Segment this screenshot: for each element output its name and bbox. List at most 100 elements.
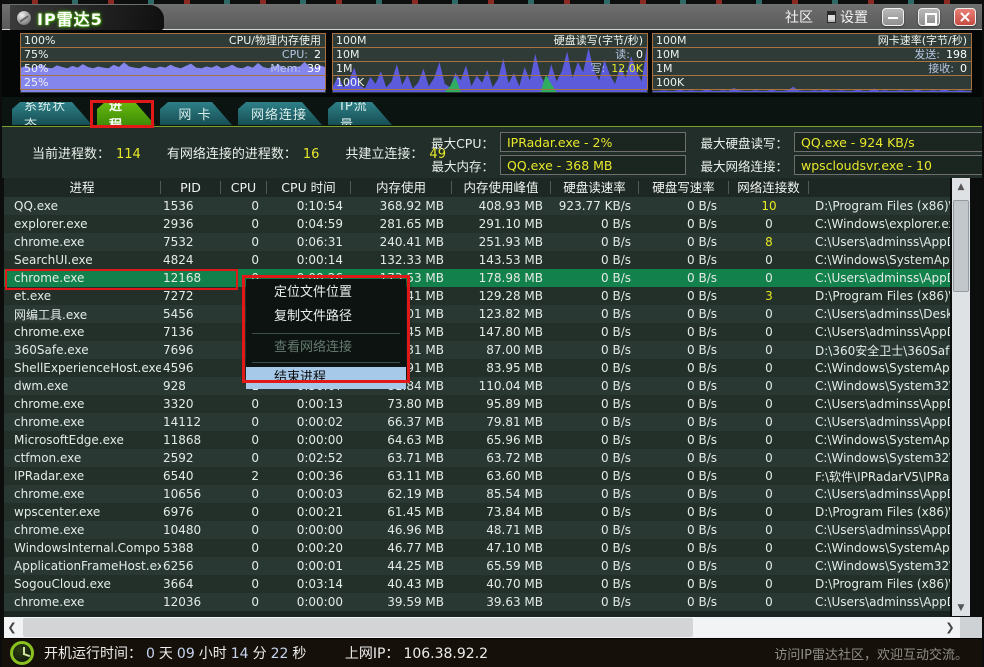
column-header[interactable]: 进程: [4, 181, 161, 194]
cpu: 0: [221, 505, 267, 519]
table-row[interactable]: chrome.exe713600:00:04144.45 MB147.80 MB…: [4, 323, 950, 341]
menu-separator: [252, 362, 400, 363]
column-header[interactable]: CPU: [221, 181, 267, 194]
table-row[interactable]: QQ.exe153600:10:54368.92 MB408.93 MB923.…: [4, 197, 950, 215]
graph-readout: 读:0: [615, 48, 643, 62]
column-header[interactable]: [809, 181, 950, 194]
disk-write: 0 B/s: [639, 451, 729, 465]
table-header[interactable]: 进程PIDCPUCPU 时间内存使用内存使用峰值硬盘读速率硬盘写速率网络连接数: [4, 178, 950, 197]
horizontal-scroll-thumb[interactable]: [23, 618, 693, 637]
scroll-left-arrow-icon[interactable]: ❮: [4, 617, 20, 638]
cpu: 0: [221, 541, 267, 555]
tab-ip-traffic[interactable]: IP流量: [328, 102, 392, 125]
column-header[interactable]: 内存使用: [351, 181, 452, 194]
disk-read: 0 B/s: [551, 343, 639, 357]
uptime-text: 开机运行时间：0天09小时14分22秒 上网IP：106.38.92.2: [44, 643, 492, 663]
table-row[interactable]: WindowsInternal.Compo...538800:00:2046.7…: [4, 539, 950, 557]
tab-process[interactable]: 进 程: [97, 102, 155, 125]
disk-write: 0 B/s: [639, 325, 729, 339]
settings-link[interactable]: 设置: [827, 7, 868, 27]
column-header[interactable]: 硬盘写速率: [639, 181, 729, 194]
cpu: 0: [221, 433, 267, 447]
table-row[interactable]: ctfmon.exe259200:02:5263.71 MB63.72 MB0 …: [4, 449, 950, 467]
table-row[interactable]: chrome.exe1203600:00:0039.59 MB39.63 MB0…: [4, 593, 950, 611]
close-button[interactable]: [954, 8, 976, 26]
file-path: C:\Windows\System32\ctf: [809, 451, 950, 465]
table-row[interactable]: 网编工具.exe545600:00:12120.01 MB123.82 MB0 …: [4, 305, 950, 323]
table-row[interactable]: IPRadar.exe654020:00:3663.11 MB63.60 MB0…: [4, 467, 950, 485]
cpu: 0: [221, 199, 267, 213]
app-logo: IP雷达5: [10, 5, 164, 30]
mem-peak: 63.60 MB: [452, 469, 551, 483]
column-header[interactable]: PID: [161, 181, 221, 194]
menu-item-locate-file[interactable]: 定位文件位置: [246, 281, 406, 305]
table-row[interactable]: wpscenter.exe697600:00:2161.45 MB73.84 M…: [4, 503, 950, 521]
tab-connections[interactable]: 网络连接: [238, 102, 322, 125]
community-link[interactable]: 社区: [785, 7, 813, 27]
scroll-right-arrow-icon[interactable]: ❯: [942, 617, 958, 638]
cpu: 0: [221, 559, 267, 573]
table-row[interactable]: chrome.exe1048000:00:0046.96 MB48.71 MB0…: [4, 521, 950, 539]
net-connections: 0: [729, 361, 809, 375]
disk-read: 0 B/s: [551, 433, 639, 447]
minimize-button[interactable]: [882, 8, 904, 26]
disk-write: 0 B/s: [639, 505, 729, 519]
mem-peak: 85.54 MB: [452, 487, 551, 501]
table-row[interactable]: chrome.exe753200:06:31240.41 MB251.93 MB…: [4, 233, 950, 251]
scroll-down-arrow-icon[interactable]: ▼: [952, 599, 970, 616]
table-row[interactable]: chrome.exe1065600:00:0362.19 MB85.54 MB0…: [4, 485, 950, 503]
cpu-time: 0:02:52: [267, 451, 351, 465]
disk-read: 0 B/s: [551, 217, 639, 231]
net-connections: 0: [729, 577, 809, 591]
file-path: C:\Users\adminss\AppData: [809, 523, 950, 537]
column-header[interactable]: CPU 时间: [267, 181, 351, 194]
table-row[interactable]: chrome.exe1216800:00:26173.53 MB178.98 M…: [4, 269, 950, 287]
pid: 7696: [161, 343, 221, 357]
table-row[interactable]: ApplicationFrameHost.exe625600:00:0144.2…: [4, 557, 950, 575]
file-path: C:\Windows\SystemApps\: [809, 253, 950, 267]
cpu-time: 0:00:14: [267, 253, 351, 267]
menu-item-kill-process[interactable]: 结束进程: [246, 367, 406, 389]
mem-usage: 61.45 MB: [351, 505, 452, 519]
table-row[interactable]: chrome.exe1411200:00:0266.37 MB79.81 MB0…: [4, 413, 950, 431]
cpu: 0: [221, 595, 267, 609]
wan-ip: 上网IP：106.38.92.2: [345, 646, 492, 662]
menu-item-copy-path[interactable]: 复制文件路径: [246, 305, 406, 329]
net-connections: 0: [729, 343, 809, 357]
tab-system-status[interactable]: 系统状态: [12, 102, 92, 125]
table-row[interactable]: SearchUI.exe482400:00:14132.33 MB143.53 …: [4, 251, 950, 269]
net-connections: 0: [729, 217, 809, 231]
pid: 7136: [161, 325, 221, 339]
vertical-scrollbar[interactable]: ▲ ▼: [952, 178, 970, 616]
file-path: F:\软件\IPRadarV5\IPRadar: [809, 468, 950, 485]
graph-band: 10M读:0: [332, 47, 648, 62]
table-row[interactable]: dwm.exe92810:30:0781.84 MB110.04 MB0 B/s…: [4, 377, 950, 395]
mem-peak: 73.84 MB: [452, 505, 551, 519]
graph-band: 100M网卡速率(字节/秒): [652, 33, 972, 48]
table-row[interactable]: SogouCloud.exe366400:03:1440.43 MB40.70 …: [4, 575, 950, 593]
net-connections: 0: [729, 307, 809, 321]
disk-read: 0 B/s: [551, 379, 639, 393]
horizontal-scrollbar[interactable]: ❮ ❯: [4, 617, 960, 638]
tab-nic[interactable]: 网 卡: [160, 102, 232, 125]
table-row[interactable]: chrome.exe332000:00:1373.80 MB95.89 MB0 …: [4, 395, 950, 413]
maximize-button[interactable]: [918, 8, 940, 26]
scroll-up-arrow-icon[interactable]: ▲: [952, 178, 970, 195]
mem-peak: 251.93 MB: [452, 235, 551, 249]
disk-write: 0 B/s: [639, 559, 729, 573]
table-row[interactable]: ShellExperienceHost.exe459600:00:0282.91…: [4, 359, 950, 377]
mem-peak: 123.82 MB: [452, 307, 551, 321]
mem-peak: 110.04 MB: [452, 379, 551, 393]
file-path: D:\Program Files (x86)\sog: [809, 577, 950, 591]
disk-write: 0 B/s: [639, 289, 729, 303]
vertical-scroll-thumb[interactable]: [953, 200, 969, 292]
mem-peak: 83.95 MB: [452, 361, 551, 375]
column-header[interactable]: 网络连接数: [729, 181, 809, 194]
table-row[interactable]: explorer.exe293600:04:59281.65 MB291.10 …: [4, 215, 950, 233]
column-header[interactable]: 内存使用峰值: [452, 181, 551, 194]
table-row[interactable]: et.exe727200:00:08127.41 MB129.28 MB0 B/…: [4, 287, 950, 305]
column-header[interactable]: 硬盘读速率: [551, 181, 639, 194]
table-row[interactable]: MicrosoftEdge.exe1186800:00:0064.63 MB65…: [4, 431, 950, 449]
mem-peak: 129.28 MB: [452, 289, 551, 303]
table-row[interactable]: 360Safe.exe769600:00:0985.31 MB87.00 MB0…: [4, 341, 950, 359]
